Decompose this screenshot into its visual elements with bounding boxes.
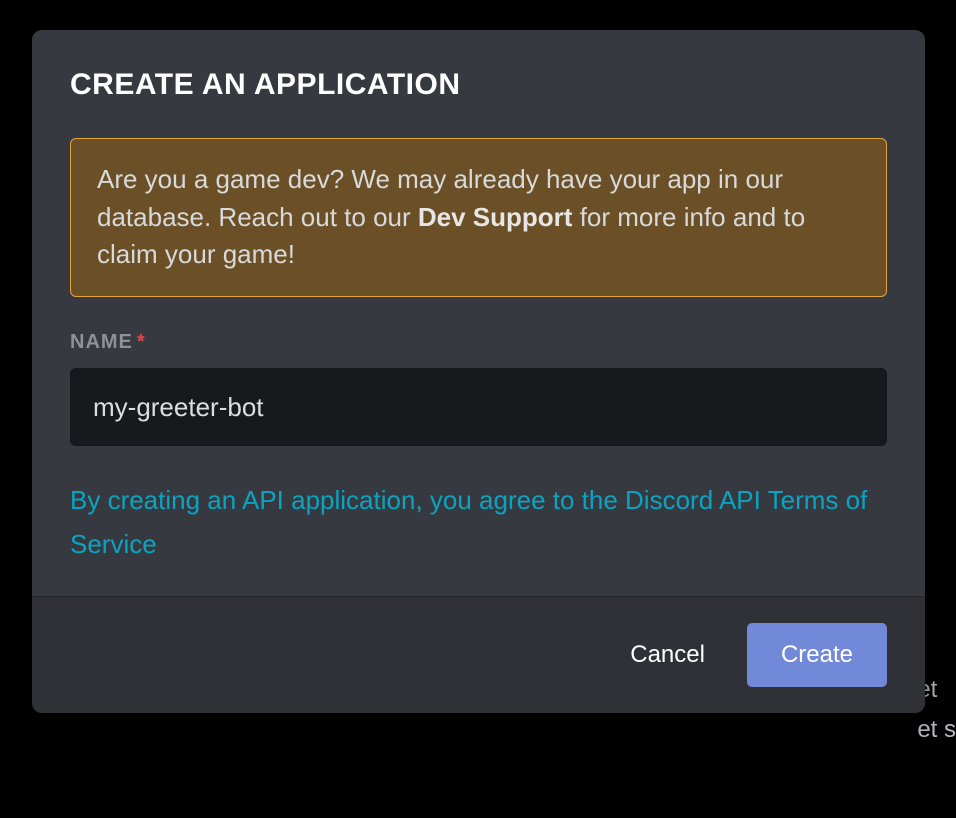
required-indicator: * [137,331,146,353]
name-field-label: NAME* [70,331,887,354]
modal-body: CREATE AN APPLICATION Are you a game dev… [32,30,925,596]
create-application-modal: CREATE AN APPLICATION Are you a game dev… [32,30,925,713]
notice-dev-support-link[interactable]: Dev Support [418,202,573,232]
modal-footer: Cancel Create [32,596,925,713]
application-name-input[interactable] [70,368,887,446]
cancel-button[interactable]: Cancel [624,629,711,681]
modal-title: CREATE AN APPLICATION [70,68,887,102]
tos-agreement-link[interactable]: By creating an API application, you agre… [70,478,887,566]
name-label-text: NAME [70,331,133,353]
name-field-group: NAME* [70,331,887,446]
modal-backdrop: et et s CREATE AN APPLICATION Are you a … [0,0,956,818]
bg-text-line: et s [917,710,956,750]
game-dev-notice: Are you a game dev? We may already have … [70,138,887,297]
create-button[interactable]: Create [747,623,887,687]
